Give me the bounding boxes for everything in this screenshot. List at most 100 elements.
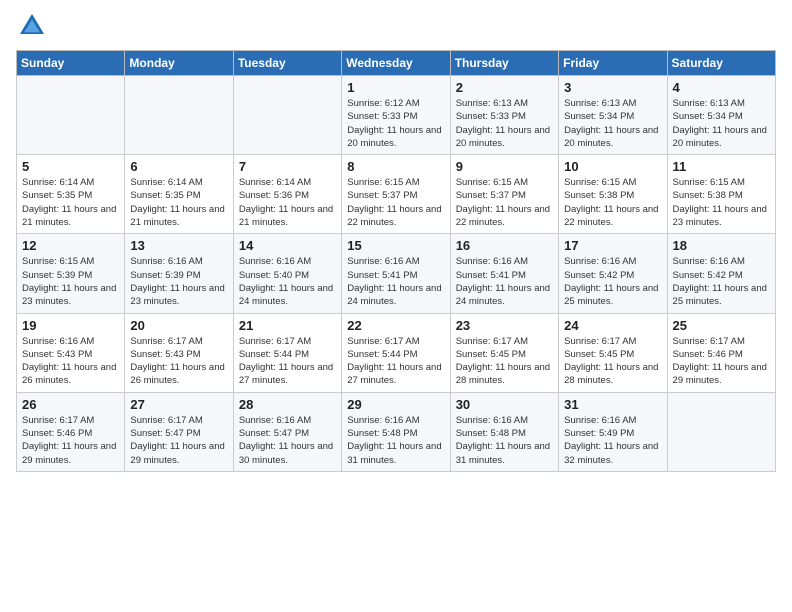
- calendar-cell: 26 Sunrise: 6:17 AMSunset: 5:46 PMDayligh…: [17, 392, 125, 471]
- calendar-cell: [17, 76, 125, 155]
- day-number: 13: [130, 238, 227, 253]
- calendar-cell: 14 Sunrise: 6:16 AMSunset: 5:40 PMDayligh…: [233, 234, 341, 313]
- header: [16, 10, 776, 42]
- day-number: 12: [22, 238, 119, 253]
- day-number: 10: [564, 159, 661, 174]
- calendar-cell: [667, 392, 775, 471]
- day-info: Sunrise: 6:16 AMSunset: 5:43 PMDaylight:…: [22, 335, 119, 388]
- calendar-cell: 13Sunrise: 6:16 AMSunset: 5:39 PMDayligh…: [125, 234, 233, 313]
- day-info: Sunrise: 6:15 AMSunset: 5:39 PMDaylight:…: [22, 255, 119, 308]
- day-number: 16: [456, 238, 553, 253]
- day-info: Sunrise: 6:15 AMSunset: 5:37 PMDaylight:…: [456, 176, 553, 229]
- calendar-cell: 28 Sunrise: 6:16 AMSunset: 5:47 PMDayligh…: [233, 392, 341, 471]
- calendar-week-1: 1Sunrise: 6:12 AMSunset: 5:33 PMDaylight…: [17, 76, 776, 155]
- day-info: Sunrise: 6:16 AMSunset: 5:48 PMDaylight:…: [347, 414, 444, 467]
- calendar-cell: 22 Sunrise: 6:17 AMSunset: 5:44 PMDayligh…: [342, 313, 450, 392]
- day-number: 18: [673, 238, 770, 253]
- day-info: Sunrise: 6:16 AMSunset: 5:42 PMDaylight:…: [564, 255, 661, 308]
- calendar-cell: 23 Sunrise: 6:17 AMSunset: 5:45 PMDayligh…: [450, 313, 558, 392]
- calendar-cell: 30 Sunrise: 6:16 AMSunset: 5:48 PMDayligh…: [450, 392, 558, 471]
- calendar-cell: 21 Sunrise: 6:17 AMSunset: 5:44 PMDayligh…: [233, 313, 341, 392]
- day-info: Sunrise: 6:17 AMSunset: 5:44 PMDaylight:…: [239, 335, 336, 388]
- day-info: Sunrise: 6:16 AMSunset: 5:42 PMDaylight:…: [673, 255, 770, 308]
- page: SundayMondayTuesdayWednesdayThursdayFrid…: [0, 0, 792, 612]
- day-info: Sunrise: 6:13 AMSunset: 5:34 PMDaylight:…: [564, 97, 661, 150]
- day-number: 4: [673, 80, 770, 95]
- weekday-header-wednesday: Wednesday: [342, 51, 450, 76]
- day-info: Sunrise: 6:16 AMSunset: 5:41 PMDaylight:…: [456, 255, 553, 308]
- calendar-cell: 19Sunrise: 6:16 AMSunset: 5:43 PMDayligh…: [17, 313, 125, 392]
- calendar-cell: 1Sunrise: 6:12 AMSunset: 5:33 PMDaylight…: [342, 76, 450, 155]
- day-info: Sunrise: 6:15 AMSunset: 5:37 PMDaylight:…: [347, 176, 444, 229]
- day-info: Sunrise: 6:16 AMSunset: 5:47 PMDaylight:…: [239, 414, 336, 467]
- calendar-cell: 17 Sunrise: 6:16 AMSunset: 5:42 PMDayligh…: [559, 234, 667, 313]
- day-info: Sunrise: 6:16 AMSunset: 5:40 PMDaylight:…: [239, 255, 336, 308]
- logo: [16, 10, 52, 42]
- day-info: Sunrise: 6:14 AMSunset: 5:36 PMDaylight:…: [239, 176, 336, 229]
- weekday-header-friday: Friday: [559, 51, 667, 76]
- calendar-cell: 5 Sunrise: 6:14 AMSunset: 5:35 PMDaylight…: [17, 155, 125, 234]
- calendar-cell: 15 Sunrise: 6:16 AMSunset: 5:41 PMDayligh…: [342, 234, 450, 313]
- day-number: 26: [22, 397, 119, 412]
- day-number: 22: [347, 318, 444, 333]
- calendar-cell: 2 Sunrise: 6:13 AMSunset: 5:33 PMDaylight…: [450, 76, 558, 155]
- day-number: 7: [239, 159, 336, 174]
- weekday-header-row: SundayMondayTuesdayWednesdayThursdayFrid…: [17, 51, 776, 76]
- day-info: Sunrise: 6:16 AMSunset: 5:41 PMDaylight:…: [347, 255, 444, 308]
- day-number: 6: [130, 159, 227, 174]
- weekday-header-saturday: Saturday: [667, 51, 775, 76]
- day-info: Sunrise: 6:14 AMSunset: 5:35 PMDaylight:…: [130, 176, 227, 229]
- day-info: Sunrise: 6:17 AMSunset: 5:46 PMDaylight:…: [673, 335, 770, 388]
- calendar-table: SundayMondayTuesdayWednesdayThursdayFrid…: [16, 50, 776, 472]
- day-number: 24: [564, 318, 661, 333]
- day-number: 11: [673, 159, 770, 174]
- calendar-week-3: 12 Sunrise: 6:15 AMSunset: 5:39 PMDayligh…: [17, 234, 776, 313]
- calendar-cell: [233, 76, 341, 155]
- day-info: Sunrise: 6:16 AMSunset: 5:48 PMDaylight:…: [456, 414, 553, 467]
- day-info: Sunrise: 6:17 AMSunset: 5:45 PMDaylight:…: [564, 335, 661, 388]
- calendar-cell: [125, 76, 233, 155]
- weekday-header-sunday: Sunday: [17, 51, 125, 76]
- weekday-header-tuesday: Tuesday: [233, 51, 341, 76]
- day-number: 28: [239, 397, 336, 412]
- calendar-cell: 25 Sunrise: 6:17 AMSunset: 5:46 PMDayligh…: [667, 313, 775, 392]
- day-info: Sunrise: 6:17 AMSunset: 5:45 PMDaylight:…: [456, 335, 553, 388]
- calendar-week-5: 26 Sunrise: 6:17 AMSunset: 5:46 PMDayligh…: [17, 392, 776, 471]
- day-number: 20: [130, 318, 227, 333]
- calendar-cell: 29 Sunrise: 6:16 AMSunset: 5:48 PMDayligh…: [342, 392, 450, 471]
- calendar-cell: 6 Sunrise: 6:14 AMSunset: 5:35 PMDaylight…: [125, 155, 233, 234]
- day-number: 30: [456, 397, 553, 412]
- day-info: Sunrise: 6:17 AMSunset: 5:44 PMDaylight:…: [347, 335, 444, 388]
- calendar-cell: 16 Sunrise: 6:16 AMSunset: 5:41 PMDayligh…: [450, 234, 558, 313]
- day-number: 21: [239, 318, 336, 333]
- day-number: 14: [239, 238, 336, 253]
- calendar-cell: 9Sunrise: 6:15 AMSunset: 5:37 PMDaylight…: [450, 155, 558, 234]
- logo-icon: [16, 10, 48, 42]
- day-number: 31: [564, 397, 661, 412]
- day-info: Sunrise: 6:15 AMSunset: 5:38 PMDaylight:…: [673, 176, 770, 229]
- day-number: 1: [347, 80, 444, 95]
- day-number: 5: [22, 159, 119, 174]
- day-number: 29: [347, 397, 444, 412]
- day-info: Sunrise: 6:14 AMSunset: 5:35 PMDaylight:…: [22, 176, 119, 229]
- calendar-cell: 10Sunrise: 6:15 AMSunset: 5:38 PMDayligh…: [559, 155, 667, 234]
- day-info: Sunrise: 6:17 AMSunset: 5:47 PMDaylight:…: [130, 414, 227, 467]
- calendar-cell: 18 Sunrise: 6:16 AMSunset: 5:42 PMDayligh…: [667, 234, 775, 313]
- weekday-header-thursday: Thursday: [450, 51, 558, 76]
- day-number: 17: [564, 238, 661, 253]
- day-number: 23: [456, 318, 553, 333]
- day-number: 25: [673, 318, 770, 333]
- calendar-cell: 11 Sunrise: 6:15 AMSunset: 5:38 PMDayligh…: [667, 155, 775, 234]
- day-number: 15: [347, 238, 444, 253]
- day-info: Sunrise: 6:13 AMSunset: 5:34 PMDaylight:…: [673, 97, 770, 150]
- day-number: 2: [456, 80, 553, 95]
- weekday-header-monday: Monday: [125, 51, 233, 76]
- calendar-cell: 20Sunrise: 6:17 AMSunset: 5:43 PMDayligh…: [125, 313, 233, 392]
- calendar-cell: 3 Sunrise: 6:13 AMSunset: 5:34 PMDaylight…: [559, 76, 667, 155]
- calendar-week-2: 5 Sunrise: 6:14 AMSunset: 5:35 PMDaylight…: [17, 155, 776, 234]
- day-number: 3: [564, 80, 661, 95]
- day-info: Sunrise: 6:13 AMSunset: 5:33 PMDaylight:…: [456, 97, 553, 150]
- day-info: Sunrise: 6:17 AMSunset: 5:46 PMDaylight:…: [22, 414, 119, 467]
- calendar-cell: 8Sunrise: 6:15 AMSunset: 5:37 PMDaylight…: [342, 155, 450, 234]
- calendar-cell: 27Sunrise: 6:17 AMSunset: 5:47 PMDayligh…: [125, 392, 233, 471]
